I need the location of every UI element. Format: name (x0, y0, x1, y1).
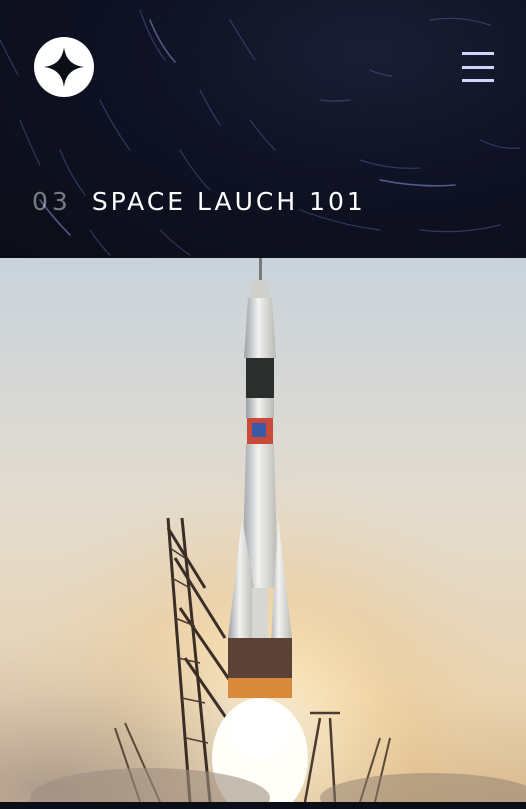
star-trails-background (0, 9, 521, 256)
page-title: 03 SPACE LAUCH 101 (32, 184, 366, 218)
four-point-star-icon (44, 47, 84, 87)
rocket-launch-illustration (0, 258, 526, 802)
rocket-launch-photo (0, 258, 526, 802)
menu-bar (462, 52, 494, 55)
logo[interactable] (34, 37, 94, 97)
menu-bar (462, 79, 494, 82)
step-number: 03 (32, 186, 72, 216)
bottom-edge (0, 802, 526, 809)
step-title: SPACE LAUCH 101 (91, 186, 366, 216)
hamburger-menu-icon[interactable] (462, 52, 494, 82)
menu-bar (462, 65, 494, 69)
page-header: 03 SPACE LAUCH 101 (0, 0, 526, 258)
